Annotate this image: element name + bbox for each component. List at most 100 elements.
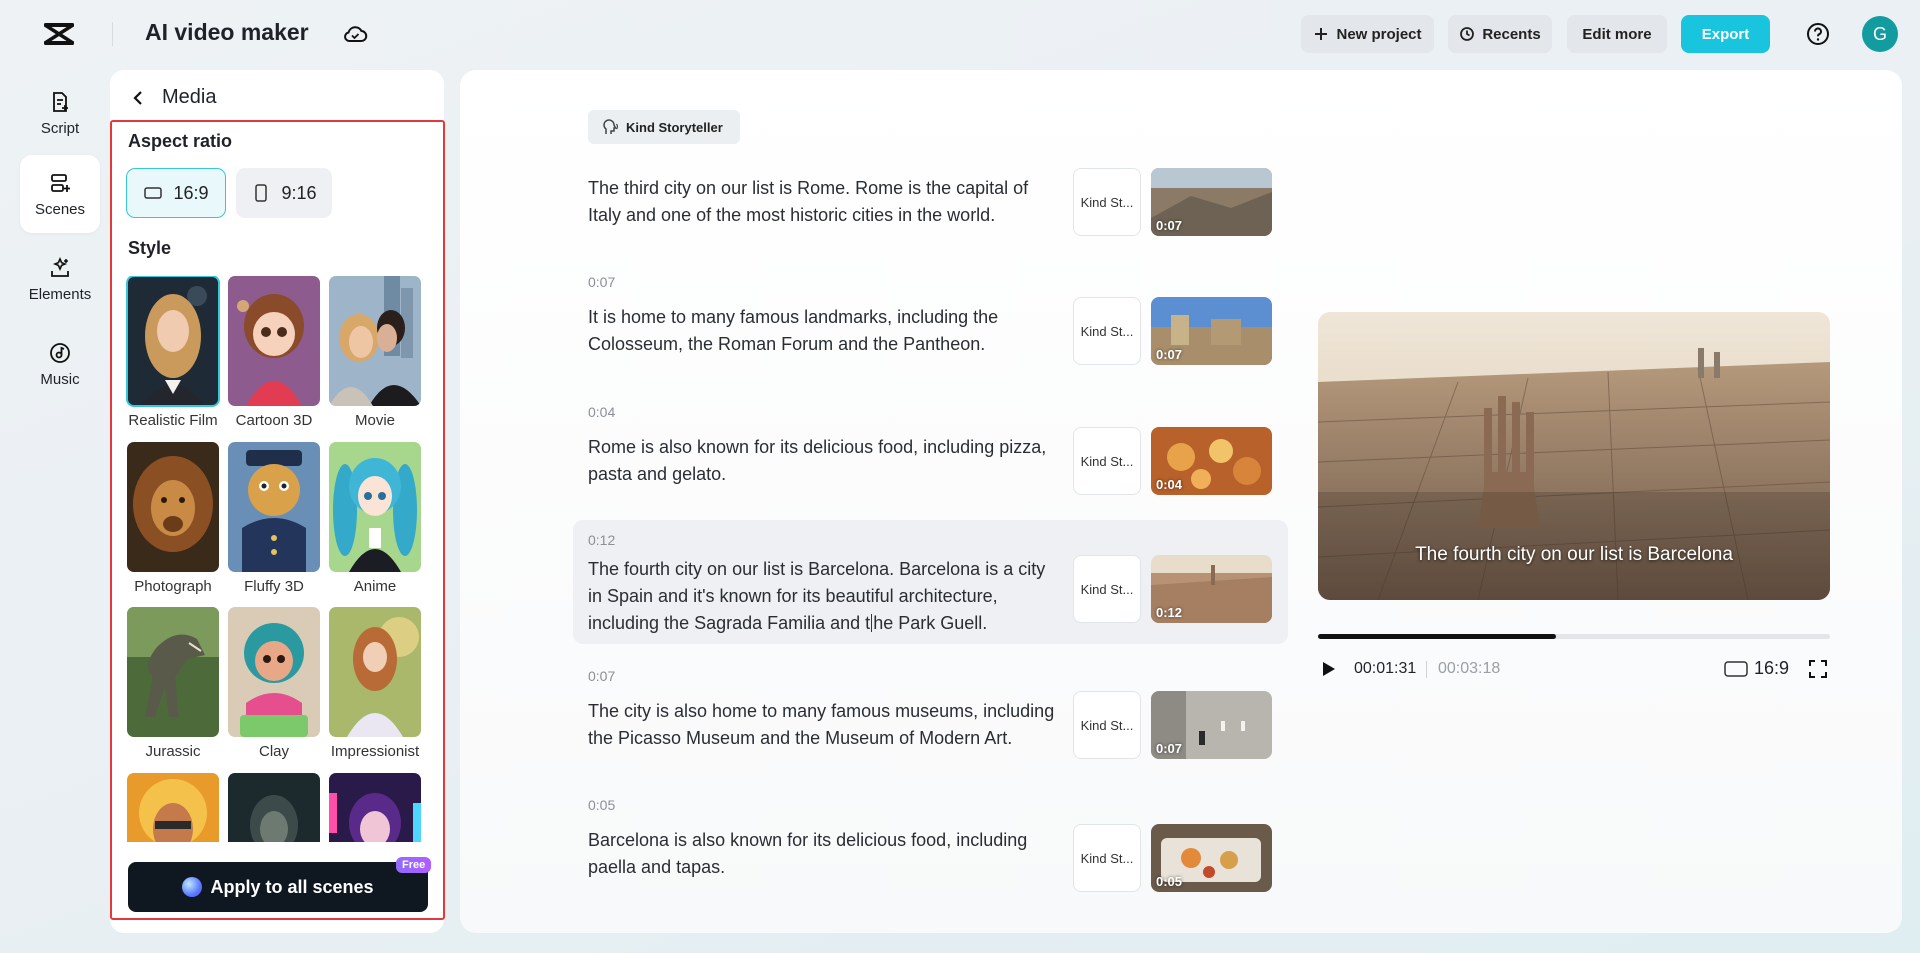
- landscape-icon: [143, 183, 163, 203]
- scene-clip-thumbnail[interactable]: 0:04: [1151, 427, 1272, 495]
- style-tile-cyber[interactable]: [329, 773, 421, 842]
- plus-icon: [1313, 26, 1329, 42]
- portrait-icon: [251, 183, 271, 203]
- scene-clip-thumbnail[interactable]: 0:07: [1151, 168, 1272, 236]
- aspect-9-16-label: 9:16: [281, 183, 316, 204]
- play-icon[interactable]: [1318, 659, 1338, 679]
- style-tile-movie[interactable]: Movie: [329, 276, 421, 429]
- export-button[interactable]: Export: [1681, 15, 1770, 53]
- scene-time: 0:07: [588, 668, 615, 684]
- voice-selector[interactable]: Kind St...: [1073, 297, 1141, 365]
- aspect-16-9-button[interactable]: 16:9: [126, 168, 226, 218]
- rail-item-elements[interactable]: Elements: [20, 240, 100, 318]
- new-project-label: New project: [1336, 26, 1421, 43]
- style-tile-photograph[interactable]: Photograph: [127, 442, 219, 595]
- scene-text-part: he Park Guell.: [873, 613, 987, 633]
- style-thumbnail: [228, 773, 320, 842]
- fullscreen-icon[interactable]: [1808, 659, 1828, 679]
- speaker-chip[interactable]: Kind Storyteller: [588, 110, 740, 144]
- clip-duration: 0:07: [1156, 347, 1182, 362]
- aspect-ratio-label: Aspect ratio: [128, 131, 232, 152]
- capcut-logo-icon[interactable]: [42, 20, 76, 48]
- edit-more-button[interactable]: Edit more: [1567, 15, 1667, 53]
- landscape-ratio-icon: [1724, 660, 1748, 678]
- scene-clip-thumbnail[interactable]: 0:12: [1151, 555, 1272, 623]
- progress-fill: [1318, 634, 1556, 639]
- rail-item-music[interactable]: Music: [20, 325, 100, 403]
- style-tile-impressionist[interactable]: Impressionist: [329, 607, 421, 760]
- rail-label-script: Script: [41, 120, 79, 137]
- new-project-button[interactable]: New project: [1301, 15, 1434, 53]
- edit-more-label: Edit more: [1582, 26, 1651, 43]
- cartoon-3d-thumbnail: [228, 276, 320, 406]
- scene-clip-thumbnail[interactable]: 0:07: [1151, 297, 1272, 365]
- style-tile-fluffy-3d[interactable]: Fluffy 3D: [228, 442, 320, 595]
- progress-bar[interactable]: [1318, 634, 1830, 639]
- scene-row[interactable]: 0:05 Barcelona is also known for its del…: [573, 791, 1288, 895]
- scene-row[interactable]: 0:07 It is home to many famous landmarks…: [573, 268, 1288, 372]
- scene-row[interactable]: The third city on our list is Rome. Rome…: [573, 160, 1288, 250]
- style-tile-realistic-film[interactable]: Realistic Film: [127, 276, 219, 429]
- style-tile-cartoon-3d[interactable]: Cartoon 3D: [228, 276, 320, 429]
- style-caption: Cartoon 3D: [228, 412, 320, 429]
- avatar[interactable]: G: [1862, 16, 1898, 52]
- scene-clip-thumbnail[interactable]: 0:05: [1151, 824, 1272, 892]
- help-icon[interactable]: [1806, 22, 1830, 46]
- time-divider: [1426, 661, 1427, 678]
- cloud-sync-icon[interactable]: [342, 23, 368, 45]
- video-preview[interactable]: The fourth city on our list is Barcelona: [1318, 312, 1830, 600]
- style-tile-jurassic[interactable]: Jurassic: [127, 607, 219, 760]
- rail-item-script[interactable]: Script: [20, 74, 100, 152]
- clip-duration: 0:07: [1156, 741, 1182, 756]
- style-grid: Realistic Film Cartoon 3D Movie Photogra…: [126, 276, 424, 842]
- style-caption: Jurassic: [127, 743, 219, 760]
- scene-text[interactable]: It is home to many famous landmarks, inc…: [588, 304, 1058, 358]
- scene-text[interactable]: The fourth city on our list is Barcelona…: [588, 556, 1058, 637]
- scene-text[interactable]: The city is also home to many famous mus…: [588, 698, 1058, 752]
- recents-label: Recents: [1482, 26, 1540, 43]
- scene-clip-thumbnail[interactable]: 0:07: [1151, 691, 1272, 759]
- voice-head-icon: [602, 118, 620, 136]
- app-title: AI video maker: [145, 19, 309, 46]
- aspect-ratio-label: 16:9: [1754, 658, 1789, 679]
- clip-duration: 0:04: [1156, 477, 1182, 492]
- scene-row-active[interactable]: 0:12 The fourth city on our list is Barc…: [573, 520, 1288, 644]
- voice-selector[interactable]: Kind St...: [1073, 168, 1141, 236]
- realistic-film-thumbnail: [127, 276, 219, 406]
- scene-text[interactable]: Rome is also known for its delicious foo…: [588, 434, 1058, 488]
- style-tile-anime[interactable]: Anime: [329, 442, 421, 595]
- style-thumbnail: [127, 773, 219, 842]
- back-arrow-icon[interactable]: [130, 89, 148, 107]
- style-tile-dark[interactable]: [228, 773, 320, 842]
- voice-selector[interactable]: Kind St...: [1073, 555, 1141, 623]
- top-bar: AI video maker New project Recents Edit …: [0, 0, 1920, 68]
- scene-time: 0:07: [588, 274, 615, 290]
- recents-button[interactable]: Recents: [1448, 15, 1552, 53]
- photograph-thumbnail: [127, 442, 219, 572]
- style-caption: Fluffy 3D: [228, 578, 320, 595]
- style-caption: Realistic Film: [127, 412, 219, 429]
- aspect-9-16-button[interactable]: 9:16: [236, 168, 332, 218]
- style-tile-clay[interactable]: Clay: [228, 607, 320, 760]
- clip-duration: 0:05: [1156, 874, 1182, 889]
- ai-orb-icon: [182, 877, 202, 897]
- voice-selector[interactable]: Kind St...: [1073, 427, 1141, 495]
- scene-row[interactable]: 0:04 Rome is also known for its deliciou…: [573, 398, 1288, 502]
- music-icon: [48, 341, 72, 365]
- script-icon: [48, 90, 72, 114]
- aspect-16-9-label: 16:9: [173, 183, 208, 204]
- rail-item-scenes[interactable]: Scenes: [20, 155, 100, 233]
- header-divider: [112, 22, 113, 46]
- voice-selector[interactable]: Kind St...: [1073, 824, 1141, 892]
- scene-text[interactable]: The third city on our list is Rome. Rome…: [588, 175, 1058, 229]
- voice-selector[interactable]: Kind St...: [1073, 691, 1141, 759]
- media-header[interactable]: Media: [130, 86, 216, 109]
- scene-row[interactable]: 0:07 The city is also home to many famou…: [573, 662, 1288, 766]
- scene-text[interactable]: Barcelona is also known for its deliciou…: [588, 827, 1058, 881]
- style-caption: Photograph: [127, 578, 219, 595]
- aspect-ratio-indicator[interactable]: 16:9: [1724, 658, 1789, 679]
- rail-label-music: Music: [40, 371, 79, 388]
- apply-to-all-scenes-button[interactable]: Apply to all scenes: [128, 862, 428, 912]
- elements-icon: [48, 256, 72, 280]
- style-tile-comic[interactable]: [127, 773, 219, 842]
